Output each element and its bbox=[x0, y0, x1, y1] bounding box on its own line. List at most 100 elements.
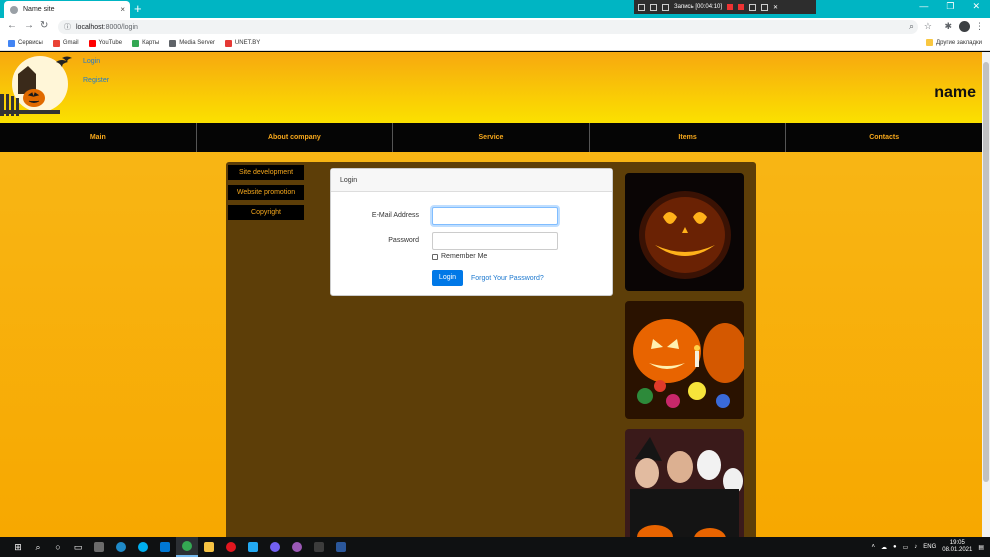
sidebar-item-copyright[interactable]: Copyright bbox=[228, 205, 304, 220]
jack-o-lantern-image bbox=[625, 173, 744, 291]
cortana-icon[interactable]: ○ bbox=[48, 537, 68, 557]
search-icon[interactable]: ⌕ bbox=[28, 537, 48, 557]
new-tab-button[interactable]: + bbox=[134, 1, 142, 16]
notifications-icon[interactable]: ▤ bbox=[978, 544, 984, 551]
email-row: E-Mail Address bbox=[331, 207, 614, 225]
login-link[interactable]: Login bbox=[83, 58, 100, 65]
halloween-logo-icon bbox=[0, 56, 72, 116]
remember-me[interactable]: Remember Me bbox=[432, 253, 487, 260]
sidebar: Site development Website promotion Copyr… bbox=[228, 165, 304, 225]
camera-icon[interactable] bbox=[749, 3, 757, 11]
crop-icon[interactable] bbox=[662, 3, 669, 11]
nav-items[interactable]: Items bbox=[590, 123, 787, 152]
browser-tab[interactable]: Name site × bbox=[4, 1, 130, 18]
bookmark-services[interactable]: Сервисы bbox=[8, 39, 43, 47]
bookmark-gmail[interactable]: Gmail bbox=[52, 39, 79, 47]
tab-close-icon[interactable]: × bbox=[120, 5, 125, 14]
main-content: Site development Website promotion Copyr… bbox=[226, 162, 756, 537]
system-tray: ˄ ☁ ● ▭ ♪ ENG 19:05 08.01.2021 ▤ bbox=[871, 537, 984, 557]
nav-contacts[interactable]: Contacts bbox=[786, 123, 982, 152]
bookmark-unet[interactable]: UNET.BY bbox=[224, 39, 260, 47]
page-viewport: Login Register name Main About company S… bbox=[0, 52, 982, 537]
taskbar-chrome-icon[interactable] bbox=[176, 537, 198, 557]
pause-icon[interactable] bbox=[727, 4, 734, 10]
recording-label: Запись [00:04:10] bbox=[674, 4, 723, 10]
taskbar-word-icon[interactable] bbox=[330, 537, 352, 557]
bookmarks-bar: Сервисы Gmail YouTube Карты Media Server… bbox=[0, 36, 990, 51]
extensions-icon[interactable]: ✱ bbox=[944, 21, 952, 32]
tray-volume-icon[interactable]: ♪ bbox=[914, 544, 917, 550]
tray-chevron-icon[interactable]: ˄ bbox=[871, 544, 875, 550]
register-link[interactable]: Register bbox=[83, 77, 109, 84]
url-text: localhost:8000/login bbox=[76, 23, 138, 31]
media-server-icon bbox=[169, 39, 177, 47]
bookmark-maps[interactable]: Карты bbox=[132, 39, 159, 47]
back-icon[interactable]: ← bbox=[7, 20, 17, 31]
gmail-icon bbox=[52, 39, 60, 47]
taskbar-opera-icon[interactable] bbox=[220, 537, 242, 557]
maximize-icon[interactable]: ❐ bbox=[946, 1, 954, 12]
other-bookmarks[interactable]: Другие закладки bbox=[926, 39, 982, 46]
zoom-icon[interactable]: ⌕ bbox=[909, 21, 914, 32]
info-icon[interactable]: ⓘ bbox=[64, 22, 71, 32]
close-recording-icon[interactable]: ✕ bbox=[773, 4, 778, 11]
reload-icon[interactable]: ↻ bbox=[40, 20, 48, 31]
taskbar-explorer-icon[interactable] bbox=[198, 537, 220, 557]
address-bar-row: ← → ↻ ⓘ localhost:8000/login ⌕ ☆ ✱ ⋮ bbox=[0, 18, 990, 36]
menu-icon[interactable] bbox=[638, 3, 645, 11]
pen-icon[interactable] bbox=[761, 3, 769, 11]
unet-icon bbox=[224, 39, 232, 47]
stop-icon[interactable] bbox=[738, 4, 745, 10]
more-menu-icon[interactable]: ⋮ bbox=[975, 21, 984, 32]
nav-service[interactable]: Service bbox=[393, 123, 590, 152]
taskbar-viber-icon[interactable] bbox=[264, 537, 286, 557]
email-field[interactable] bbox=[432, 207, 558, 225]
profile-avatar[interactable] bbox=[959, 21, 970, 32]
tray-network-icon[interactable]: ☁ bbox=[881, 544, 887, 551]
tab-favicon-icon bbox=[10, 5, 18, 14]
password-field[interactable] bbox=[432, 232, 558, 250]
sidebar-item-website-promotion[interactable]: Website promotion bbox=[228, 185, 304, 200]
sidebar-item-site-development[interactable]: Site development bbox=[228, 165, 304, 180]
tray-date: 08.01.2021 bbox=[942, 547, 973, 553]
remember-me-label: Remember Me bbox=[441, 253, 488, 260]
login-card: Login E-Mail Address Password Remember M… bbox=[330, 168, 613, 296]
bookmark-media-server[interactable]: Media Server bbox=[169, 39, 215, 47]
nav-main[interactable]: Main bbox=[0, 123, 197, 152]
task-view-icon[interactable]: ▭ bbox=[68, 537, 88, 557]
costume-party-image bbox=[625, 429, 744, 537]
taskbar-terminal-icon[interactable] bbox=[308, 537, 330, 557]
taskbar-mail-icon[interactable] bbox=[154, 537, 176, 557]
site-name: name bbox=[934, 84, 976, 101]
tray-battery-icon[interactable]: ▭ bbox=[903, 544, 909, 551]
page-scrollbar[interactable] bbox=[982, 52, 990, 537]
browser-tab-bar: Name site × + Запись [00:04:10] ✕ — ❐ ✕ bbox=[0, 0, 990, 18]
remember-me-checkbox[interactable] bbox=[432, 253, 438, 260]
tray-mic-icon[interactable]: ● bbox=[893, 544, 897, 550]
tray-lang[interactable]: ENG bbox=[923, 544, 936, 550]
taskbar-edge-icon[interactable] bbox=[110, 537, 132, 557]
taskbar-photos-icon[interactable] bbox=[88, 537, 110, 557]
taskbar-skype-icon[interactable] bbox=[132, 537, 154, 557]
close-window-icon[interactable]: ✕ bbox=[972, 1, 980, 12]
taskbar-viber2-icon[interactable] bbox=[286, 537, 308, 557]
windows-taskbar: ⊞ ⌕ ○ ▭ ˄ ☁ ● ▭ ♪ ENG 19:05 08.01.2021 ▤ bbox=[0, 537, 990, 557]
bookmark-youtube[interactable]: YouTube bbox=[88, 39, 122, 47]
taskbar-vscode-icon[interactable] bbox=[242, 537, 264, 557]
youtube-icon bbox=[88, 39, 96, 47]
nav-about-company[interactable]: About company bbox=[197, 123, 394, 152]
scroll-thumb[interactable] bbox=[983, 62, 989, 482]
minimize-icon[interactable]: — bbox=[919, 1, 928, 12]
login-button[interactable]: Login bbox=[432, 270, 463, 286]
windows-start-icon[interactable]: ⊞ bbox=[8, 537, 28, 557]
forward-icon[interactable]: → bbox=[24, 20, 34, 31]
window-controls: — ❐ ✕ bbox=[919, 1, 980, 12]
forgot-password-link[interactable]: Forgot Your Password? bbox=[471, 275, 544, 282]
url-input[interactable]: ⓘ localhost:8000/login bbox=[58, 20, 918, 34]
tray-time: 19:05 bbox=[949, 540, 965, 546]
main-nav: Main About company Service Items Contact… bbox=[0, 123, 982, 152]
tray-clock[interactable]: 19:05 08.01.2021 bbox=[942, 540, 972, 554]
folder-icon bbox=[926, 39, 934, 46]
star-icon[interactable]: ☆ bbox=[924, 21, 932, 32]
window-icon[interactable] bbox=[650, 3, 657, 11]
